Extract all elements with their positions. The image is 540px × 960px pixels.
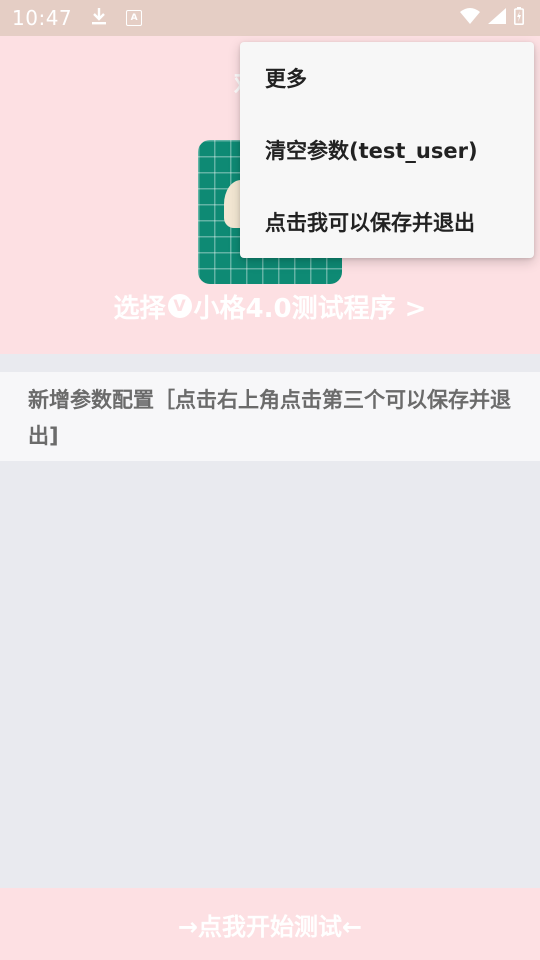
- status-right-icons: [460, 7, 524, 29]
- menu-item-save-exit[interactable]: 点击我可以保存并退出: [240, 186, 534, 258]
- download-icon: [90, 6, 108, 30]
- menu-item-more[interactable]: 更多: [240, 42, 534, 114]
- a-badge-icon: A: [126, 10, 143, 26]
- menu-item-clear-params[interactable]: 清空参数(test_user): [240, 114, 534, 186]
- overflow-menu: 更多 清空参数(test_user) 点击我可以保存并退出: [240, 42, 534, 258]
- v-badge-icon: V: [167, 293, 192, 318]
- status-time: 10:47: [12, 6, 73, 30]
- wifi-icon: [460, 8, 480, 28]
- signal-icon: [488, 8, 506, 28]
- start-test-button[interactable]: →点我开始测试←: [0, 888, 540, 960]
- status-left-icons: A: [90, 6, 143, 30]
- select-prefix: 选择: [113, 294, 166, 324]
- select-program-link[interactable]: 选择 V 小格4.0测试程序 >: [0, 288, 540, 325]
- select-suffix: 小格4.0测试程序 >: [193, 294, 427, 324]
- battery-icon: [514, 7, 524, 29]
- config-list-item[interactable]: 新增参数配置［点击右上角点击第三个可以保存并退出]: [0, 372, 540, 461]
- status-bar: 10:47 A: [0, 0, 540, 36]
